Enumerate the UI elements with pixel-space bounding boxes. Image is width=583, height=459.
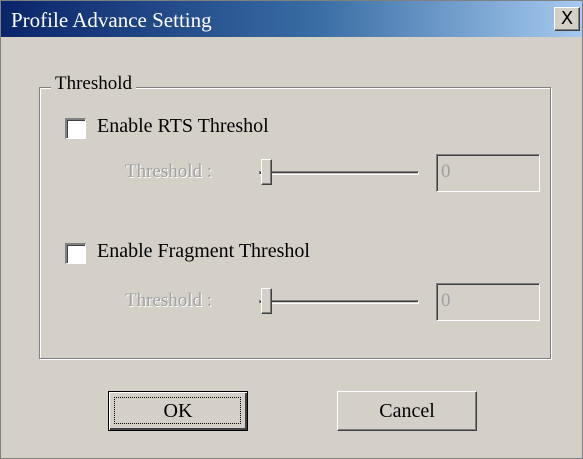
enable-fragment-threshold-checkbox[interactable] [65,243,86,264]
rts-threshold-slider[interactable] [259,159,419,189]
threshold-group-legend: Threshold [51,73,137,95]
enable-rts-threshold-checkbox[interactable] [65,118,86,139]
profile-advance-setting-dialog: Profile Advance Setting X Threshold Enab… [0,0,583,459]
close-icon: X [560,8,574,29]
ok-focus-rect [114,397,241,424]
enable-fragment-threshold-label[interactable]: Enable Fragment Threshol [97,240,310,263]
fragment-slider-track [259,300,419,304]
cancel-button[interactable]: Cancel [337,391,477,431]
close-button[interactable]: X [554,7,580,31]
fragment-slider-thumb[interactable] [261,288,272,314]
rts-threshold-label: Threshold : [125,161,213,182]
rts-threshold-value-field[interactable]: 0 [436,154,540,192]
window-title: Profile Advance Setting [11,8,212,32]
cancel-button-label: Cancel [379,399,435,422]
ok-button[interactable]: OK [108,391,248,431]
fragment-threshold-value-field[interactable]: 0 [436,283,540,321]
title-bar[interactable]: Profile Advance Setting X [1,1,582,37]
fragment-threshold-label: Threshold : [125,290,213,311]
rts-slider-thumb[interactable] [261,159,272,185]
fragment-threshold-slider[interactable] [259,288,419,318]
rts-slider-track [259,171,419,175]
enable-rts-threshold-label[interactable]: Enable RTS Threshol [97,115,269,138]
